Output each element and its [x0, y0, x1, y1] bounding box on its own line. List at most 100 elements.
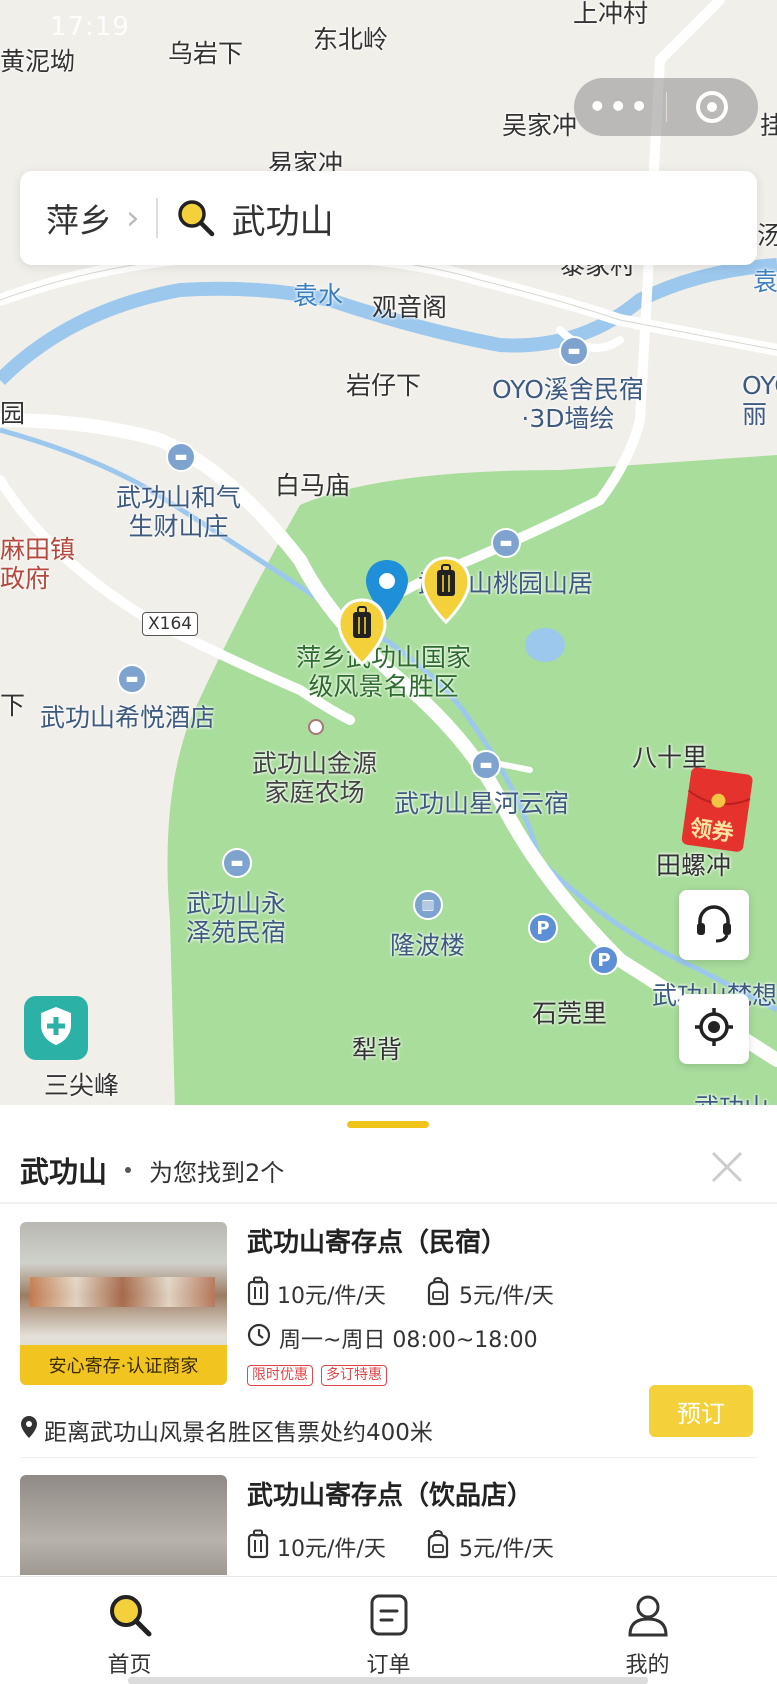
home-indicator	[128, 1677, 648, 1684]
storage-pin-icon[interactable]	[336, 598, 388, 672]
shield-plus-icon	[36, 1004, 76, 1052]
price-small: 5元/件/天	[425, 1529, 554, 1565]
locate-me-button[interactable]	[679, 994, 749, 1064]
map-label: OYO溪舍民宿 ·3D墙绘	[492, 375, 644, 433]
map-label: 白马庙	[275, 471, 351, 500]
search-icon	[106, 1591, 154, 1643]
more-menu-button[interactable]: •••	[574, 93, 666, 121]
divider	[155, 198, 158, 238]
hotel-icon[interactable]: ▬	[166, 442, 196, 472]
promo-tag: 限时优惠	[247, 1365, 313, 1386]
miniprogram-capsule: •••	[574, 78, 758, 136]
map-label: 犁背	[352, 1035, 403, 1064]
map-label: OYO 丽	[742, 371, 777, 429]
price-small: 5元/件/天	[425, 1276, 554, 1312]
location-text: 距离武功山风景名胜区售票处约400米	[44, 1420, 433, 1446]
price-large-text: 10元/件/天	[277, 1537, 386, 1562]
suitcase-icon	[247, 1276, 269, 1312]
map-label: 三尖峰	[44, 1071, 120, 1100]
map-label: 园	[0, 399, 26, 428]
divider	[20, 1457, 757, 1458]
tab-orders[interactable]: 订单	[259, 1577, 518, 1684]
map-label: 石莞里	[532, 999, 608, 1028]
opening-hours: 周一~周日 08:00~18:00	[247, 1322, 538, 1354]
exit-miniprogram-button[interactable]	[667, 91, 759, 123]
verified-badge: 安心寄存·认证商家	[20, 1345, 227, 1385]
store-title: 武功山寄存点（饮品店）	[247, 1481, 534, 1511]
hotel-icon[interactable]: ▬	[559, 336, 589, 366]
user-icon	[624, 1591, 672, 1643]
close-icon[interactable]	[709, 1149, 745, 1185]
city-selector[interactable]: 萍乡	[46, 194, 112, 242]
headset-icon	[692, 901, 736, 949]
search-bar[interactable]: 萍乡 › 武功山	[20, 171, 757, 265]
tab-home[interactable]: 首页	[0, 1577, 259, 1684]
map-label: 汤	[757, 221, 777, 250]
hotel-icon[interactable]: ▬	[117, 664, 147, 694]
map-label: 吴家冲	[502, 111, 578, 140]
promo-tags: 限时优惠 多订特惠	[247, 1365, 387, 1386]
chevron-right-icon: ›	[126, 198, 140, 238]
map-pin-icon	[20, 1415, 38, 1445]
parking-icon[interactable]: P	[528, 913, 558, 943]
map-label: 观音阁	[372, 293, 448, 322]
map-label: 岩仔下	[346, 371, 422, 400]
price-large: 10元/件/天	[247, 1529, 386, 1565]
coupon-button[interactable]: 领券	[680, 765, 760, 855]
book-button[interactable]: 预订	[649, 1385, 753, 1437]
parking-icon[interactable]: P	[589, 945, 619, 975]
hotel-icon[interactable]: ▬	[471, 750, 501, 780]
map-label: 武功山永 泽苑民宿	[186, 889, 287, 947]
separator-dot	[125, 1167, 132, 1173]
promo-tag: 多订特惠	[321, 1365, 387, 1386]
price-large: 10元/件/天	[247, 1276, 386, 1312]
map-label: 武功山希悦酒店	[40, 703, 216, 732]
results-count: 为您找到2个	[149, 1158, 285, 1187]
location-info: 距离武功山风景名胜区售票处约400米	[20, 1413, 433, 1447]
storage-pin-icon[interactable]	[420, 556, 472, 630]
building-icon[interactable]: ▥	[413, 890, 443, 920]
customer-service-button[interactable]	[679, 890, 749, 960]
search-icon	[176, 198, 216, 238]
coupon-label: 领券	[688, 816, 736, 847]
price-small-text: 5元/件/天	[459, 1537, 554, 1562]
backpack-icon	[425, 1276, 451, 1312]
map-label: 武功山和气 生财山庄	[116, 483, 242, 541]
suitcase-icon	[247, 1529, 269, 1565]
price-small-text: 5元/件/天	[459, 1284, 554, 1309]
hotel-icon[interactable]: ▬	[491, 528, 521, 558]
price-large-text: 10元/件/天	[277, 1284, 386, 1309]
status-time: 17:19	[50, 12, 130, 42]
map-label: 武功山金源 家庭农场	[252, 749, 378, 807]
results-keyword: 武功山	[20, 1155, 108, 1189]
tab-label: 我的	[625, 1653, 670, 1678]
tab-profile[interactable]: 我的	[518, 1577, 777, 1684]
tab-bar: 首页 订单 我的	[0, 1576, 777, 1684]
road-shield: X164	[142, 612, 199, 636]
map-label: 黄泥坳	[0, 47, 76, 76]
crosshair-icon	[692, 1005, 736, 1053]
safety-shield-button[interactable]	[24, 996, 88, 1060]
tab-label: 订单	[366, 1653, 411, 1678]
search-input[interactable]: 武功山	[232, 194, 334, 243]
map-label: 袁	[753, 267, 777, 296]
store-thumbnail: 安心寄存·认证商家	[20, 1222, 227, 1385]
store-thumbnail	[20, 1475, 227, 1575]
map-label: 隆波楼	[390, 931, 466, 960]
target-circle-icon	[696, 91, 729, 123]
map-label: 挂	[760, 111, 777, 140]
divider	[0, 1202, 777, 1204]
result-card[interactable]: 武功山寄存点（饮品店） 10元/件/天 5元/件/天	[20, 1475, 757, 1575]
status-bar: 17:19	[0, 10, 777, 50]
clock-icon	[247, 1323, 271, 1353]
map-view[interactable]: 黄泥坳 乌岩下 东北岭 上冲村 吴家冲 挂 易家冲 汤 泰家村 袁水 袁 观音阁…	[0, 0, 777, 1110]
result-card[interactable]: 安心寄存·认证商家 武功山寄存点（民宿） 10元/件/天 5元/件/天 周一~周…	[20, 1222, 757, 1452]
tab-label: 首页	[107, 1653, 152, 1678]
map-base	[0, 0, 777, 1110]
sheet-drag-handle[interactable]	[347, 1121, 429, 1128]
map-label: 武功山星河云宿	[394, 789, 570, 818]
hotel-icon[interactable]: ▬	[222, 848, 252, 878]
map-label: 下	[0, 691, 26, 720]
map-label: 袁水	[293, 281, 344, 310]
order-icon	[365, 1591, 413, 1643]
